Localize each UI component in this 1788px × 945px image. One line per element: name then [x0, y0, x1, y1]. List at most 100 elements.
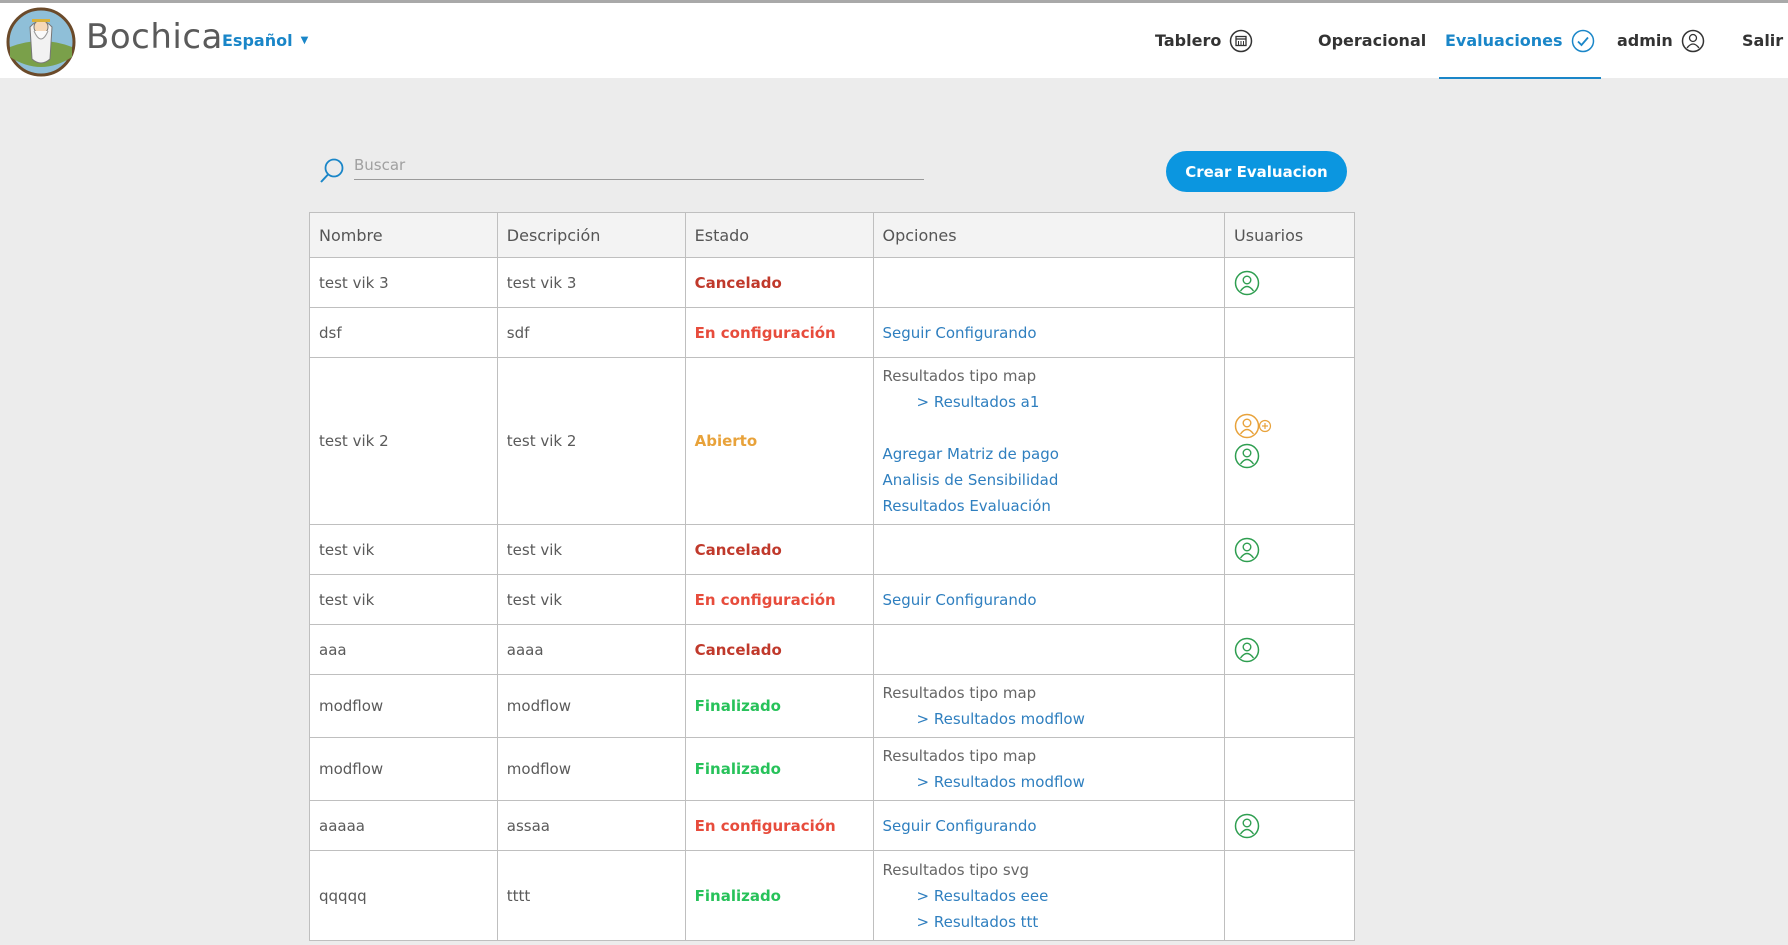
nav-admin-label: admin [1617, 31, 1673, 50]
cell-usuarios [1224, 674, 1355, 738]
status-badge: Finalizado [684, 674, 874, 738]
cell-nombre: test vik 2 [309, 357, 498, 525]
results-type-label: Resultados tipo svg [882, 860, 1030, 879]
cell-descripcion: test vik 2 [496, 357, 686, 525]
app-header: Bochica Español ▼ Tablero Operacional Ev… [0, 3, 1788, 79]
header-usuarios: Usuarios [1224, 212, 1355, 258]
cell-descripcion: test vik [496, 574, 686, 625]
table-row: aaa aaaa Cancelado [309, 624, 1355, 675]
cell-descripcion: modflow [496, 737, 686, 801]
cell-descripcion: tttt [496, 850, 686, 941]
table-row: modflow modflow Finalizado Resultados ti… [309, 674, 1355, 738]
cell-nombre: test vik [309, 524, 498, 575]
cell-nombre: test vik [309, 574, 498, 625]
status-badge: Cancelado [684, 624, 874, 675]
status-badge: Finalizado [684, 850, 874, 941]
user-icon[interactable] [1234, 637, 1260, 663]
seguir-configurando-link[interactable]: Seguir Configurando [883, 587, 1216, 613]
cell-opciones [872, 624, 1226, 675]
nav-admin[interactable]: admin [1617, 3, 1705, 78]
cell-descripcion: aaaa [496, 624, 686, 675]
cell-nombre: dsf [309, 307, 498, 358]
brand-title: Bochica [86, 17, 223, 57]
table-row: dsf sdf En configuración Seguir Configur… [309, 307, 1355, 358]
user-icon[interactable] [1234, 270, 1260, 296]
table-row: test vik 3 test vik 3 Cancelado [309, 257, 1355, 308]
language-label: Español [222, 31, 293, 50]
cell-opciones: Resultados tipo map > Resultados modflow [872, 737, 1226, 801]
status-badge: Finalizado [684, 737, 874, 801]
nav-operacional[interactable]: Operacional [1318, 3, 1426, 78]
cell-nombre: modflow [309, 674, 498, 738]
evaluations-table: Nombre Descripción Estado Opciones Usuar… [309, 212, 1355, 941]
results-type-label: Resultados tipo map [882, 367, 1037, 385]
bochica-logo[interactable] [6, 7, 76, 77]
status-badge: En configuración [684, 574, 874, 625]
seguir-configurando-link[interactable]: Seguir Configurando [883, 813, 1216, 839]
nav-operacional-label: Operacional [1318, 31, 1427, 50]
cell-opciones: Resultados tipo map > Resultados a1 Agre… [872, 357, 1226, 525]
cell-nombre: aaa [309, 624, 498, 675]
nav-evaluaciones[interactable]: Evaluaciones [1439, 3, 1601, 79]
cell-descripcion: assaa [496, 800, 686, 851]
table-row: qqqqq tttt Finalizado Resultados tipo sv… [309, 850, 1355, 941]
user-icon [1681, 29, 1705, 52]
cell-opciones: Seguir Configurando [872, 800, 1226, 851]
header-estado[interactable]: Estado [684, 212, 874, 258]
results-link[interactable]: > Resultados ttt [883, 909, 1216, 935]
header-nombre[interactable]: Nombre [309, 212, 498, 258]
language-dropdown[interactable]: Español ▼ [222, 31, 308, 50]
results-link[interactable]: > Resultados eee [883, 883, 1216, 909]
cell-opciones: Resultados tipo map > Resultados modflow [872, 674, 1226, 738]
create-evaluation-button[interactable]: Crear Evaluacion [1166, 151, 1347, 192]
header-descripcion[interactable]: Descripción [496, 212, 686, 258]
user-icon[interactable] [1234, 813, 1260, 839]
table-row: test vik 2 test vik 2 Abierto Resultados… [309, 357, 1355, 525]
cell-usuarios [1224, 524, 1355, 575]
cell-usuarios [1224, 850, 1355, 941]
agregar-matriz-link[interactable]: Agregar Matriz de pago [883, 441, 1216, 467]
status-badge: Cancelado [684, 257, 874, 308]
cell-usuarios [1224, 574, 1355, 625]
active-tab-indicator [1439, 77, 1601, 79]
nav-salir-label: Salir [1742, 31, 1784, 50]
cell-opciones [872, 524, 1226, 575]
search-input[interactable] [354, 150, 924, 180]
cell-nombre: qqqqq [309, 850, 498, 941]
results-link[interactable]: > Resultados modflow [883, 706, 1216, 732]
table-row: test vik test vik En configuración Segui… [309, 574, 1355, 625]
cell-opciones [872, 257, 1226, 308]
table-row: modflow modflow Finalizado Resultados ti… [309, 737, 1355, 801]
check-circle-icon [1571, 29, 1594, 52]
table-row: aaaaa assaa En configuración Seguir Conf… [309, 800, 1355, 851]
cell-descripcion: test vik [496, 524, 686, 575]
caret-down-icon: ▼ [300, 35, 309, 46]
nav-salir[interactable]: Salir [1742, 3, 1783, 78]
seguir-configurando-link[interactable]: Seguir Configurando [883, 320, 1216, 346]
analisis-sensibilidad-link[interactable]: Analisis de Sensibilidad [883, 467, 1216, 493]
add-user-icon[interactable] [1234, 413, 1272, 439]
cell-usuarios [1224, 737, 1355, 801]
cell-usuarios [1224, 257, 1355, 308]
resultados-evaluacion-link[interactable]: Resultados Evaluación [883, 493, 1216, 519]
results-link[interactable]: > Resultados a1 [883, 389, 1216, 415]
search-bar [318, 150, 924, 190]
nav-evaluaciones-label: Evaluaciones [1445, 31, 1563, 50]
results-type-label: Resultados tipo map [882, 684, 1037, 702]
cell-usuarios [1224, 800, 1355, 851]
status-badge: Abierto [684, 357, 874, 525]
nav-tablero-label: Tablero [1155, 31, 1222, 50]
results-link[interactable]: > Resultados modflow [883, 769, 1216, 795]
status-badge: En configuración [684, 800, 874, 851]
cell-nombre: aaaaa [309, 800, 498, 851]
search-icon [320, 158, 344, 183]
cell-opciones: Seguir Configurando [872, 307, 1226, 358]
cell-descripcion: sdf [496, 307, 686, 358]
cell-usuarios [1224, 307, 1355, 358]
calendar-icon [1230, 29, 1253, 52]
header-opciones: Opciones [872, 212, 1226, 258]
nav-tablero[interactable]: Tablero [1155, 3, 1253, 78]
user-icon[interactable] [1234, 443, 1260, 469]
user-icon[interactable] [1234, 537, 1260, 563]
